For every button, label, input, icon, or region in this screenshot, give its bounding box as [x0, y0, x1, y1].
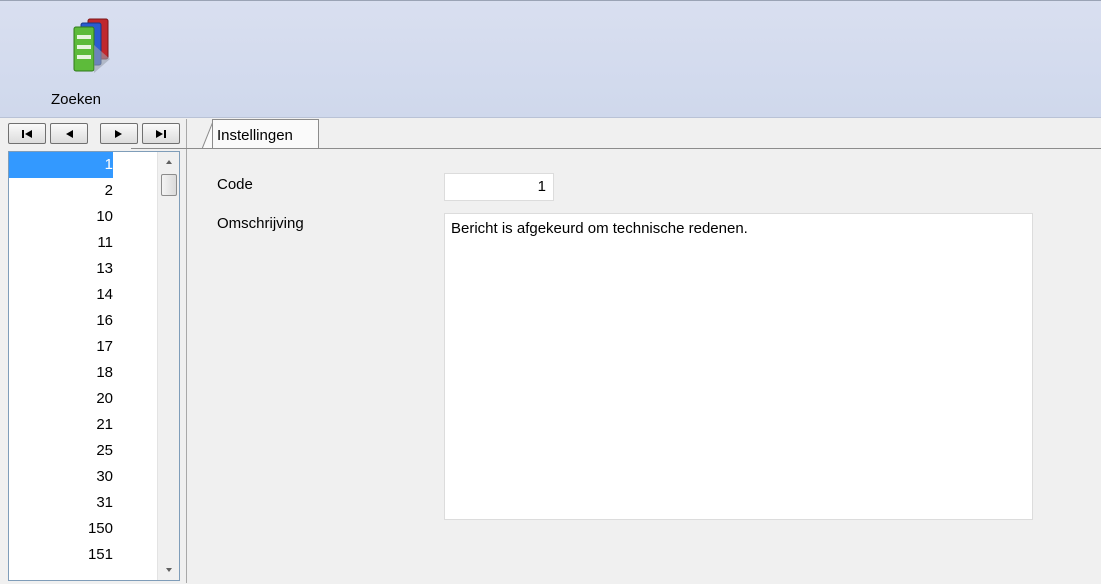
- zoeken-label: Zoeken: [50, 91, 102, 108]
- ribbon-toolbar: Zoeken: [0, 0, 1101, 118]
- first-record-icon: [22, 129, 32, 138]
- list-item[interactable]: 16: [9, 308, 113, 334]
- previous-record-button[interactable]: [50, 123, 88, 144]
- last-record-button[interactable]: [142, 123, 180, 144]
- next-record-button[interactable]: [100, 123, 138, 144]
- last-record-icon: [156, 129, 166, 138]
- scroll-down-button[interactable]: [158, 560, 180, 580]
- list-item[interactable]: 18: [9, 360, 113, 386]
- list-item[interactable]: 20: [9, 386, 113, 412]
- binders-search-icon: [64, 15, 124, 77]
- record-list-items: 1 2 10 11 13 14 16 17 18 20 21 25 30 31 …: [9, 152, 157, 580]
- list-item[interactable]: 11: [9, 230, 113, 256]
- tab-instellingen[interactable]: Instellingen: [212, 119, 319, 149]
- next-record-icon: [115, 129, 122, 138]
- record-list[interactable]: 1 2 10 11 13 14 16 17 18 20 21 25 30 31 …: [8, 151, 180, 581]
- scroll-down-arrow-icon: [166, 568, 172, 572]
- code-field[interactable]: 1: [444, 173, 554, 201]
- list-item[interactable]: 150: [9, 516, 113, 542]
- list-item[interactable]: 1: [9, 152, 113, 178]
- list-item[interactable]: 17: [9, 334, 113, 360]
- zoeken-button[interactable]: Zoeken: [30, 9, 122, 115]
- list-item[interactable]: 31: [9, 490, 113, 516]
- tab-strip: Instellingen: [188, 119, 1101, 149]
- list-item[interactable]: 14: [9, 282, 113, 308]
- omschrijving-label: Omschrijving: [217, 215, 304, 232]
- code-label: Code: [217, 176, 253, 193]
- list-scrollbar[interactable]: [157, 152, 179, 580]
- record-navigator-panel: 1 2 10 11 13 14 16 17 18 20 21 25 30 31 …: [0, 119, 187, 583]
- tab-divider: [131, 148, 1101, 149]
- scroll-up-arrow-icon: [166, 160, 172, 164]
- scroll-up-button[interactable]: [158, 152, 180, 172]
- scroll-thumb[interactable]: [161, 174, 177, 196]
- list-item[interactable]: 10: [9, 204, 113, 230]
- list-item[interactable]: 21: [9, 412, 113, 438]
- omschrijving-field[interactable]: Bericht is afgekeurd om technische reden…: [444, 213, 1033, 520]
- first-record-button[interactable]: [8, 123, 46, 144]
- list-item[interactable]: 2: [9, 178, 113, 204]
- list-item[interactable]: 30: [9, 464, 113, 490]
- previous-record-icon: [66, 129, 73, 138]
- list-item[interactable]: 151: [9, 542, 113, 568]
- list-item[interactable]: 13: [9, 256, 113, 282]
- list-item[interactable]: 25: [9, 438, 113, 464]
